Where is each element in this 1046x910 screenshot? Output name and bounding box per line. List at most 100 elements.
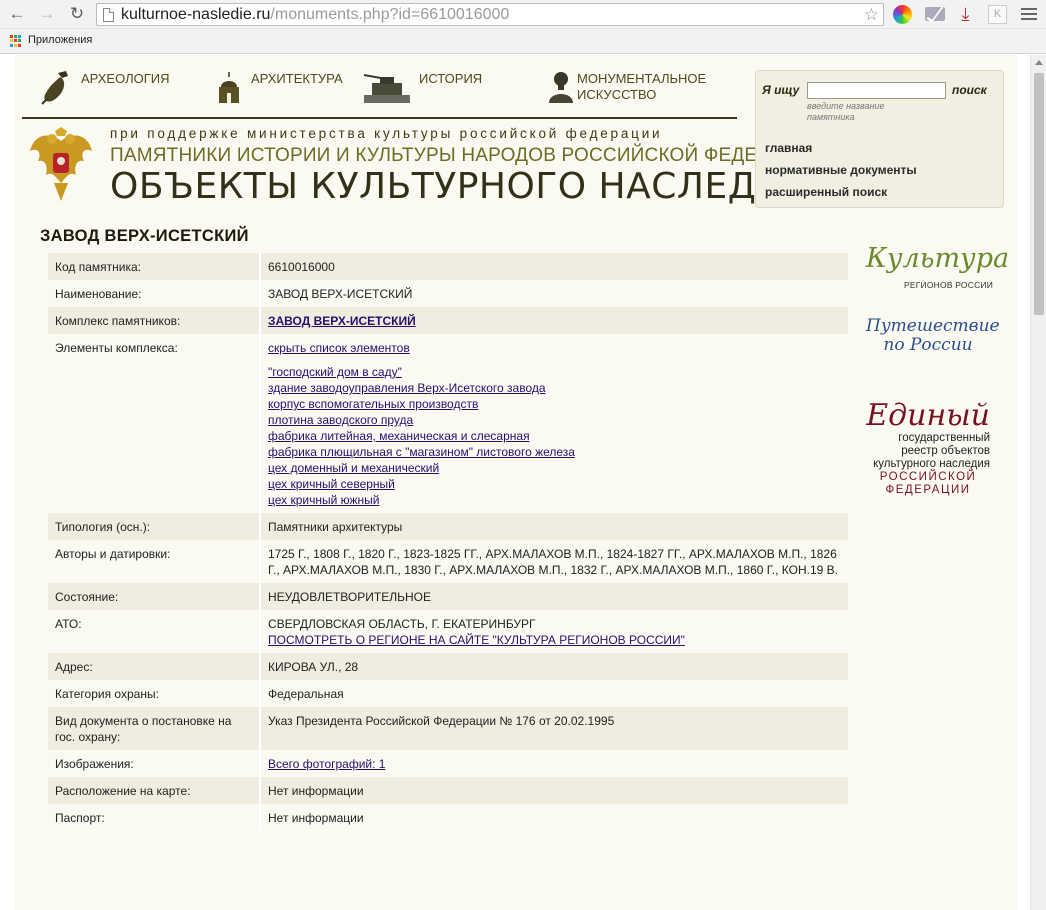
- amphora-icon: [41, 71, 68, 105]
- table-row: Паспорт: Нет информации: [48, 804, 848, 831]
- color-picker-extension-icon[interactable]: [893, 5, 912, 24]
- mail-extension-icon[interactable]: [925, 7, 945, 21]
- header-divider: [22, 117, 737, 119]
- unified-registry-banner[interactable]: Единый государственный реестр объектов к…: [866, 400, 990, 512]
- page-title: ЗАВОД ВЕРХ-ИСЕТСКИЙ: [40, 227, 249, 245]
- row-value: Всего фотографий: 1: [259, 750, 848, 777]
- registry-logo-line: культурного наследия: [873, 458, 990, 470]
- element-link[interactable]: цех доменный и механический: [268, 460, 841, 476]
- row-value: СВЕРДЛОВСКАЯ ОБЛАСТЬ, Г. ЕКАТЕРИНБУРГ ПО…: [259, 610, 848, 653]
- page-scrollbar[interactable]: [1030, 55, 1046, 910]
- row-label: Расположение на карте:: [48, 777, 260, 804]
- row-value: Указ Президента Российской Федерации № 1…: [259, 707, 848, 750]
- page-icon: [103, 8, 114, 22]
- complex-link[interactable]: ЗАВОД ВЕРХ-ИСЕТСКИЙ: [268, 314, 416, 328]
- registry-logo-line: реестр объектов: [901, 445, 990, 457]
- row-value: скрыть список элементов "господский дом …: [259, 334, 848, 513]
- bookmarks-bar: Приложения: [0, 29, 1046, 54]
- url-path: /monuments.php?id=6610016000: [270, 6, 510, 23]
- row-label: Состояние:: [48, 583, 260, 610]
- hide-elements-toggle[interactable]: скрыть список элементов: [268, 341, 410, 355]
- element-link[interactable]: плотина заводского пруда: [268, 412, 841, 428]
- site-subtitle: ПАМЯТНИКИ ИСТОРИИ И КУЛЬТУРЫ НАРОДОВ РОС…: [110, 145, 824, 166]
- region-culture-link[interactable]: ПОСМОТРЕТЬ О РЕГИОНЕ НА САЙТЕ "КУЛЬТУРА …: [268, 633, 685, 647]
- table-row: Код памятника: 6610016000: [48, 253, 848, 280]
- element-link[interactable]: здание заводоуправления Верх-Исетского з…: [268, 380, 841, 396]
- element-link[interactable]: "господский дом в саду": [268, 364, 841, 380]
- element-link[interactable]: корпус вспомогательных производств: [268, 396, 841, 412]
- row-label: Паспорт:: [48, 804, 260, 831]
- table-row: Категория охраны: Федеральная: [48, 680, 848, 707]
- table-row: Авторы и датировки: 1725 Г., 1808 Г., 18…: [48, 540, 848, 583]
- url-host: kulturnoe-nasledie.ru: [121, 6, 271, 23]
- address-bar[interactable]: kulturnoe-nasledie.ru/monuments.php?id=6…: [96, 3, 884, 26]
- row-label: Вид документа о постановке на гос. охран…: [48, 707, 260, 750]
- registry-logo-title: Единый: [866, 398, 990, 433]
- row-label: Авторы и датировки:: [48, 540, 260, 583]
- photos-link[interactable]: Всего фотографий: 1: [268, 757, 385, 771]
- nav-monumental-art[interactable]: МОНУМЕНТАЛЬНОЕ ИСКУССТВО: [577, 71, 706, 103]
- row-value: ЗАВОД ВЕРХ-ИСЕТСКИЙ: [259, 307, 848, 334]
- link-home[interactable]: главная: [765, 141, 812, 155]
- travel-russia-banner[interactable]: Путешествие по России: [866, 316, 1000, 367]
- k-extension-icon[interactable]: K: [988, 5, 1007, 24]
- row-value: Федеральная: [259, 680, 848, 707]
- site-wrapper: АРХЕОЛОГИЯ АРХИТЕКТУРА ИСТОРИЯ МОНУМЕНТА…: [14, 55, 1018, 910]
- registry-logo-line: ФЕДЕРАЦИИ: [885, 484, 971, 496]
- table-row: Типология (осн.): Памятники архитектуры: [48, 513, 848, 540]
- element-link[interactable]: цех кричный южный: [268, 492, 841, 508]
- registry-logo-line: РОССИЙСКОЙ: [879, 471, 977, 483]
- scroll-up-arrow-icon[interactable]: [1035, 60, 1043, 65]
- url-text[interactable]: kulturnoe-nasledie.ru/monuments.php?id=6…: [121, 6, 509, 24]
- nav-archaeology[interactable]: АРХЕОЛОГИЯ: [81, 71, 169, 87]
- kultura-regionov-banner[interactable]: Культура РЕГИОНОВ РОССИИ: [866, 243, 1009, 298]
- ato-value: СВЕРДЛОВСКАЯ ОБЛАСТЬ, Г. ЕКАТЕРИНБУРГ: [268, 617, 536, 631]
- search-input[interactable]: [807, 82, 946, 99]
- site-title[interactable]: ОБЪЕКТЫ КУЛЬТУРНОГО НАСЛЕДИЯ: [110, 166, 809, 207]
- row-label: Код памятника:: [48, 253, 260, 280]
- browser-toolbar: ← → ↻ kulturnoe-nasledie.ru/monuments.ph…: [0, 0, 1046, 29]
- travel-logo-line2: по России: [883, 335, 973, 355]
- church-icon: [219, 72, 239, 103]
- apps-bookmark-label[interactable]: Приложения: [28, 34, 92, 46]
- row-label: Адрес:: [48, 653, 260, 680]
- table-row: Изображения: Всего фотографий: 1: [48, 750, 848, 777]
- table-row: Расположение на карте: Нет информации: [48, 777, 848, 804]
- russian-coat-of-arms-icon: [30, 127, 92, 201]
- search-button[interactable]: поиск: [952, 83, 987, 97]
- kultura-logo-text: Культура: [866, 243, 1010, 274]
- table-row: Вид документа о постановке на гос. охран…: [48, 707, 848, 750]
- link-advanced-search[interactable]: расширенный поиск: [765, 185, 887, 199]
- complex-elements-list: "господский дом в саду" здание заводоупр…: [268, 364, 841, 508]
- back-arrow-icon[interactable]: ←: [6, 3, 28, 25]
- scroll-thumb[interactable]: [1034, 73, 1044, 315]
- table-row: Наименование: ЗАВОД ВЕРХ-ИСЕТСКИЙ: [48, 280, 848, 307]
- download-extension-icon[interactable]: ⤓: [956, 5, 975, 24]
- table-row: АТО: СВЕРДЛОВСКАЯ ОБЛАСТЬ, Г. ЕКАТЕРИНБУ…: [48, 610, 848, 653]
- table-row: Состояние: НЕУДОВЛЕТВОРИТЕЛЬНОЕ: [48, 583, 848, 610]
- row-label: Комплекс памятников:: [48, 307, 260, 334]
- registry-logo-line: государственный: [898, 432, 990, 444]
- row-value: 1725 Г., 1808 Г., 1820 Г., 1823-1825 ГГ.…: [259, 540, 848, 583]
- row-value: Памятники архитектуры: [259, 513, 848, 540]
- bust-sculpture-icon: [549, 72, 573, 103]
- nav-history[interactable]: ИСТОРИЯ: [419, 71, 482, 87]
- browser-menu-icon[interactable]: [1021, 8, 1037, 23]
- row-label: Изображения:: [48, 750, 260, 777]
- element-link[interactable]: цех кричный северный: [268, 476, 841, 492]
- element-link[interactable]: фабрика плющильная с "магазином" листово…: [268, 444, 841, 460]
- bookmark-star-icon[interactable]: ☆: [864, 4, 879, 26]
- travel-logo-line1: Путешествие: [866, 316, 1000, 336]
- row-value: Нет информации: [259, 804, 848, 831]
- nav-architecture[interactable]: АРХИТЕКТУРА: [251, 71, 343, 87]
- reload-icon[interactable]: ↻: [66, 3, 88, 25]
- apps-grid-icon[interactable]: [10, 35, 22, 47]
- row-value: КИРОВА УЛ., 28: [259, 653, 848, 680]
- element-link[interactable]: фабрика литейная, механическая и слесарн…: [268, 428, 841, 444]
- search-label: Я ищу: [762, 83, 800, 97]
- row-value: ЗАВОД ВЕРХ-ИСЕТСКИЙ: [259, 280, 848, 307]
- search-panel: Я ищу поиск введите название памятника г…: [755, 70, 1004, 208]
- forward-arrow-icon[interactable]: →: [36, 3, 58, 25]
- link-normative-documents[interactable]: нормативные документы: [765, 163, 917, 177]
- search-hint: введите название памятника: [807, 101, 885, 122]
